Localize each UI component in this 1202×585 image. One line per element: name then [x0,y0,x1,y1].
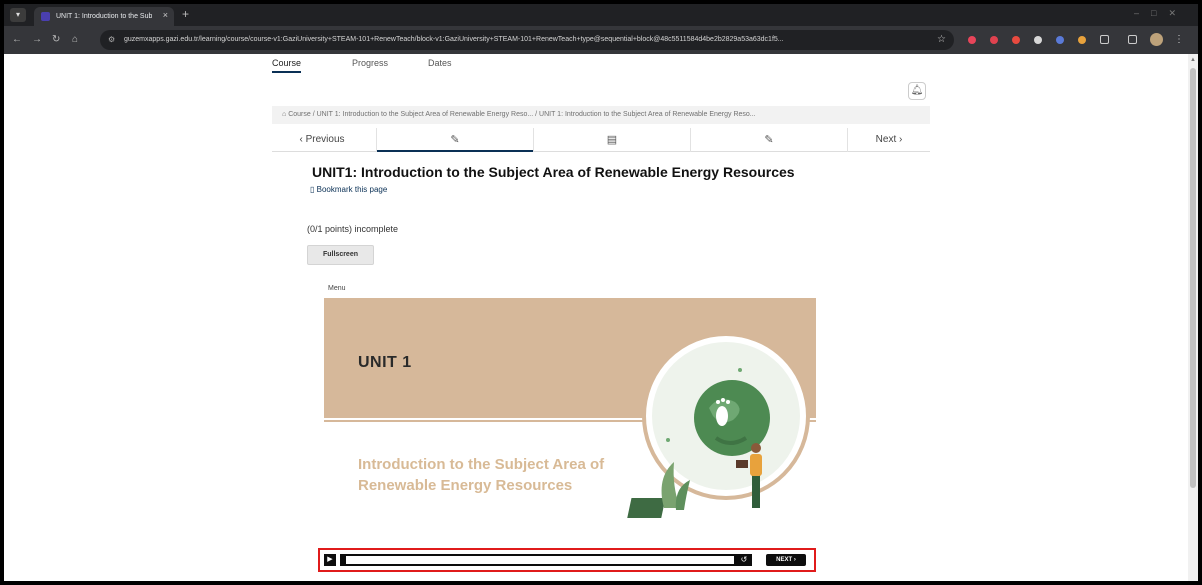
browser-toolbar: ← → ↻ ⌂ ⚙ guzemxapps.gazi.edu.tr/learnin… [4,26,1198,54]
extensions-puzzle-icon[interactable] [1100,35,1109,44]
tab-title: UNIT 1: Introduction to the Sub [56,13,152,20]
play-icon: ▶ [327,556,333,563]
slide-player-controls: ▶ ↺ NEXT › [318,548,816,572]
home-icon[interactable]: ⌂ [72,33,78,47]
page-title: UNIT1: Introduction to the Subject Area … [312,164,795,180]
breadcrumb-text[interactable]: Course / UNIT 1: Introduction to the Sub… [288,111,755,118]
site-info-icon[interactable]: ⚙ [108,34,115,46]
play-button[interactable]: ▶ [324,554,336,566]
next-slide-button[interactable]: NEXT › [766,554,806,566]
progress-track [346,556,734,564]
bookmark-star-icon[interactable]: ☆ [937,33,946,46]
extension-icon[interactable] [990,36,998,44]
bookmark-label: Bookmark this page [316,185,388,194]
sequence-tab-document[interactable]: ▤ [534,128,690,152]
scroll-up-icon[interactable]: ▲ [1190,57,1196,63]
side-panel-icon[interactable] [1128,35,1137,44]
fullscreen-button[interactable]: Fullscreen [307,245,374,265]
sequence-tab-problem-2[interactable]: ✎ [691,128,847,152]
vertical-scrollbar[interactable]: ▲ [1188,54,1198,581]
next-button[interactable]: Next › [848,128,930,152]
bookmark-button[interactable]: ▯ Bookmark this page [310,185,387,194]
tab-search-icon[interactable]: ▾ [10,8,26,22]
browser-tab[interactable]: UNIT 1: Introduction to the Sub × [34,7,174,26]
previous-label: Previous [305,134,345,145]
extension-icon[interactable] [1034,36,1042,44]
extension-icon[interactable] [1056,36,1064,44]
previous-button[interactable]: ‹ Previous [272,128,372,152]
tab-strip: ▾ UNIT 1: Introduction to the Sub × + –□… [4,4,1198,26]
profile-avatar[interactable] [1150,33,1163,46]
new-tab-button[interactable]: + [182,7,189,21]
notification-bell-icon[interactable]: 🔔︎ [908,82,926,100]
tab-dates[interactable]: Dates [428,58,452,68]
bookmark-icon: ▯ [310,185,317,194]
back-arrow-icon[interactable]: ← [12,33,22,47]
sequence-nav: ‹ Previous ✎ ▤ ✎ Next › [272,128,930,152]
browser-menu-icon[interactable]: ⋮ [1174,33,1184,46]
forward-arrow-icon[interactable]: → [32,33,42,47]
url-text[interactable]: guzemxapps.gazi.edu.tr/learning/course/c… [124,34,924,46]
extension-icon[interactable] [1078,36,1086,44]
tab-course[interactable]: Course [272,58,302,73]
points-status: (0/1 points) incomplete [307,224,399,234]
extension-icon[interactable] [1012,36,1020,44]
next-slide-label: NEXT [776,557,793,563]
address-bar[interactable]: ⚙ guzemxapps.gazi.edu.tr/learning/course… [100,30,954,50]
breadcrumb: ⌂ Course / UNIT 1: Introduction to the S… [272,106,930,124]
sequence-tab-problem-1[interactable]: ✎ [377,128,533,152]
close-tab-icon[interactable]: × [163,10,168,21]
menu-button[interactable]: Menu [328,285,346,292]
edit-icon: ✎ [764,134,774,146]
edit-icon: ✎ [450,134,460,146]
favicon-icon [41,12,50,21]
tab-progress[interactable]: Progress [352,58,388,68]
document-icon: ▤ [606,134,618,146]
chevron-right-icon: › [792,557,796,563]
progress-bar[interactable] [340,554,736,566]
window-controls[interactable]: –□✕ [1134,8,1188,19]
page-viewport: Course Progress Dates 🔔︎ ⌂ Course / UNIT… [4,54,1188,581]
browser-window: ▾ UNIT 1: Introduction to the Sub × + –□… [4,4,1198,581]
extension-icon[interactable] [968,36,976,44]
replay-icon: ↺ [740,555,748,564]
chevron-right-icon: › [896,134,903,145]
slide-canvas: UNIT 1 Introduction to the Subject Area … [324,298,816,545]
earth-footprint-illustration [627,332,810,518]
reload-icon[interactable]: ↻ [52,33,60,47]
next-label: Next [875,134,897,145]
scroll-thumb[interactable] [1190,68,1196,488]
replay-button[interactable]: ↺ [736,554,752,566]
